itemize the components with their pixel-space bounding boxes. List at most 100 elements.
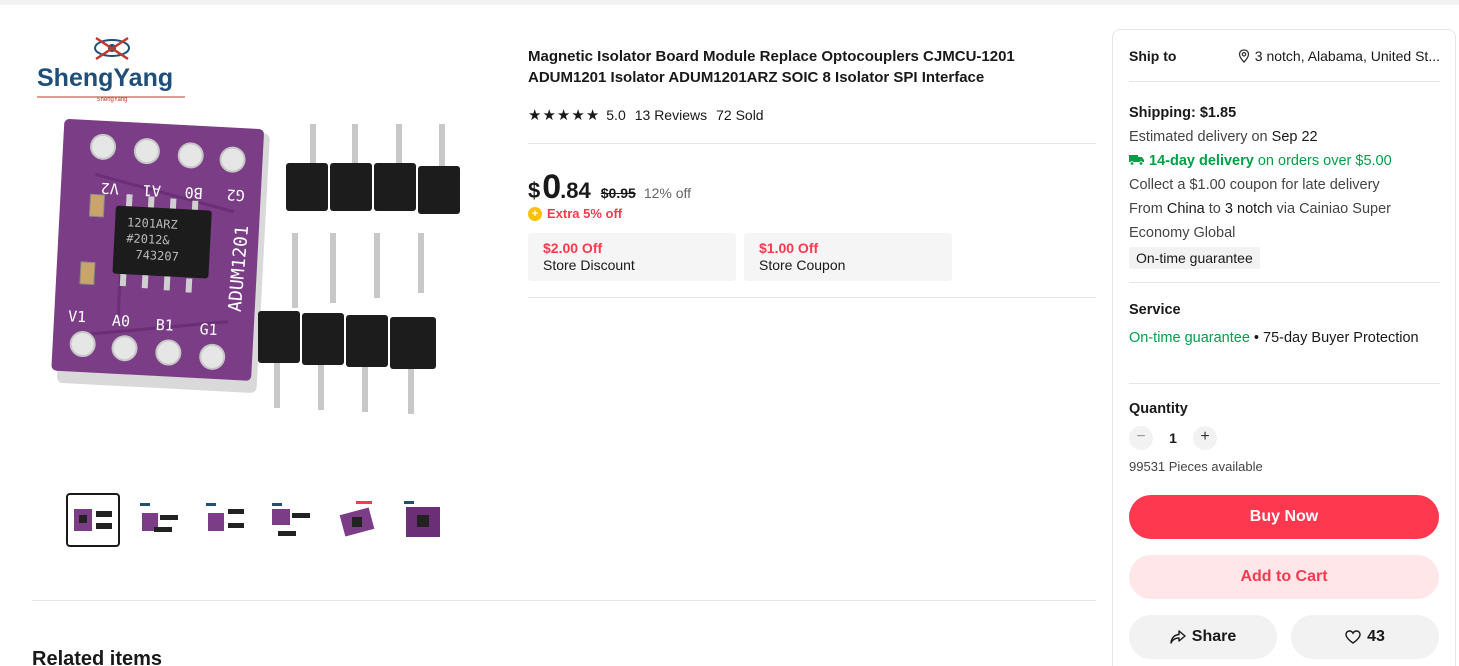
pin-label-b0: B0 <box>184 183 203 202</box>
pin-label-a0: A0 <box>111 312 130 331</box>
coupon-label: Store Discount <box>543 257 635 273</box>
location-pin-icon <box>1238 49 1249 63</box>
pin-header-bottom <box>258 311 436 414</box>
service-section: Service On-time guarantee • 75-day Buyer… <box>1129 300 1440 348</box>
thumbnail-image <box>339 501 375 537</box>
original-price: $0.95 <box>600 185 636 201</box>
decrease-button[interactable]: − <box>1129 426 1153 450</box>
estimated-delivery: Estimated delivery on Sep 22 <box>1129 125 1440 149</box>
pin-label-b1: B1 <box>155 316 174 335</box>
price-decimal: .84 <box>560 178 591 203</box>
route-to: to <box>1204 201 1225 217</box>
star-icon: ★ <box>556 106 571 124</box>
coupon-store-coupon[interactable]: $1.00 Off Store Coupon <box>744 233 952 281</box>
product-photo: ShengYang ShengYang G2 B0 A1 V2 V1 A0 B1… <box>37 36 460 414</box>
star-rating[interactable]: ★ ★ ★ ★ ★ <box>528 108 599 123</box>
quantity-value[interactable]: 1 <box>1153 430 1193 446</box>
related-items-heading: Related items <box>32 648 163 666</box>
pin-label-g2: G2 <box>226 185 245 204</box>
top-bar <box>0 0 1459 5</box>
thumbnail-5[interactable] <box>330 493 384 547</box>
service-details: On-time guarantee • 75-day Buyer Protect… <box>1129 328 1440 348</box>
late-delivery-coupon: Collect a $1.00 coupon for late delivery <box>1129 177 1380 193</box>
rating-row: ★ ★ ★ ★ ★ 5.0 13 Reviews 72 Sold <box>528 105 1096 125</box>
wishlist-button[interactable]: 43 <box>1291 615 1439 659</box>
increase-button[interactable]: + <box>1193 426 1217 450</box>
divider <box>528 143 1096 144</box>
price: $ 0 .84 $0.95 12% off <box>528 168 691 207</box>
route-destination: 3 notch <box>1224 201 1273 217</box>
star-icon: ★ <box>542 106 556 124</box>
delivery-prefix: Estimated delivery on <box>1129 129 1272 145</box>
price-integer: 0 <box>542 168 561 206</box>
quantity-section: Quantity − 1 + 99531 Pieces available <box>1129 401 1440 474</box>
fast-delivery: 14-day delivery on orders over $5.00 <box>1129 149 1440 173</box>
pin-label-g1: G1 <box>199 320 218 339</box>
thumbnail-4[interactable] <box>264 493 318 547</box>
thumbnail-3[interactable] <box>198 493 252 547</box>
brand-subname: ShengYang <box>97 97 128 103</box>
wishlist-count: 43 <box>1367 628 1385 645</box>
thumbnail-image <box>140 503 178 532</box>
thumbnail-2[interactable] <box>132 493 186 547</box>
extra-discount-label: Extra 5% off <box>547 206 623 221</box>
pin-label-v1: V1 <box>68 307 87 326</box>
star-icon: ★ <box>528 106 542 124</box>
thumbnail-6[interactable] <box>396 493 450 547</box>
share-label: Share <box>1191 628 1237 645</box>
pieces-available: 99531 Pieces available <box>1129 459 1263 474</box>
route-from: From <box>1129 201 1167 217</box>
service-guarantee-link[interactable]: On-time guarantee <box>1129 330 1250 346</box>
fast-delivery-label: 14-day delivery <box>1149 153 1254 169</box>
ship-to-row[interactable]: Ship to 3 notch, Alabama, United St... <box>1129 48 1440 64</box>
discount-percent: 12% off <box>643 185 692 201</box>
thumbnail-image <box>272 503 310 536</box>
section-divider <box>32 600 1096 601</box>
thumbnail-image <box>404 501 440 537</box>
ship-to-location-text: 3 notch, Alabama, United St... <box>1254 48 1440 64</box>
thumbnail-image <box>206 503 244 531</box>
chip-line-1: 1201ARZ <box>127 215 178 232</box>
delivery-date: Sep 22 <box>1271 129 1318 145</box>
purchase-panel: Ship to 3 notch, Alabama, United St... S… <box>1112 29 1456 666</box>
shipping-title: Shipping: $1.85 <box>1129 105 1237 121</box>
coupon-store-discount[interactable]: $2.00 Off Store Discount <box>528 233 736 281</box>
main-product-image[interactable]: ShengYang ShengYang G2 B0 A1 V2 V1 A0 B1… <box>30 28 490 478</box>
pcb-board: G2 B0 A1 V2 V1 A0 B1 G1 1201ARZ #2012& 7… <box>51 119 270 393</box>
heart-icon <box>1345 630 1361 644</box>
product-info: Magnetic Isolator Board Module Replace O… <box>528 46 1096 298</box>
coupon-label: Store Coupon <box>759 257 846 273</box>
route-origin: China <box>1166 201 1205 217</box>
buyer-protection: • 75-day Buyer Protection <box>1249 330 1419 346</box>
extra-discount[interactable]: + Extra 5% off <box>528 206 622 221</box>
divider <box>1129 383 1440 384</box>
thumbnail-1[interactable] <box>66 493 120 547</box>
divider <box>1129 81 1440 82</box>
thumbnail-strip <box>66 493 450 547</box>
coupon-list: $2.00 Off Store Discount $1.00 Off Store… <box>528 233 952 281</box>
price-currency: $ <box>528 178 541 203</box>
brand-name: ShengYang <box>37 64 173 92</box>
on-time-guarantee-badge[interactable]: On-time guarantee <box>1129 247 1260 269</box>
ship-to-label: Ship to <box>1129 48 1177 64</box>
service-title: Service <box>1129 302 1181 318</box>
shipping-info: Shipping: $1.85 Estimated delivery on Se… <box>1129 101 1440 271</box>
ship-to-location[interactable]: 3 notch, Alabama, United St... <box>1238 48 1440 64</box>
star-icon: ★ <box>585 106 600 124</box>
add-to-cart-button[interactable]: Add to Cart <box>1129 555 1439 599</box>
thumbnail-image <box>74 509 112 531</box>
plus-circle-icon: + <box>528 206 542 221</box>
quantity-title: Quantity <box>1129 401 1188 417</box>
reviews-link[interactable]: 13 Reviews <box>635 107 707 123</box>
quantity-stepper: − 1 + <box>1129 426 1440 450</box>
buy-now-button[interactable]: Buy Now <box>1129 495 1439 539</box>
brand-logo: ShengYang ShengYang <box>37 36 185 103</box>
share-button[interactable]: Share <box>1129 615 1277 659</box>
chip-line-2: #2012& <box>126 231 171 247</box>
rating-score: 5.0 <box>606 107 626 123</box>
fast-delivery-condition: on orders over $5.00 <box>1253 153 1392 169</box>
star-icon: ★ <box>571 106 585 124</box>
sold-count: 72 Sold <box>716 107 764 123</box>
coupon-amount: $1.00 Off <box>759 240 819 256</box>
truck-icon <box>1129 155 1144 166</box>
